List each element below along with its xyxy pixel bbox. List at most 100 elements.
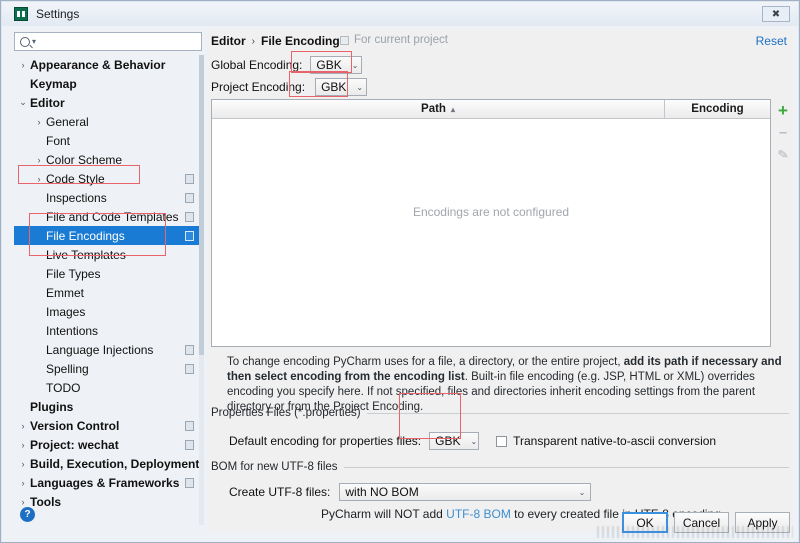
project-encoding-row: Project Encoding: GBK ⌄	[211, 78, 367, 96]
sort-ascending-icon: ▴	[451, 105, 455, 114]
sidebar-scrollbar-thumb[interactable]	[199, 55, 204, 355]
sidebar-item-inspections[interactable]: Inspections	[14, 188, 202, 207]
sidebar-item-build-execution-deployment[interactable]: ›Build, Execution, Deployment	[14, 454, 202, 473]
properties-group-title: Properties Files (*.properties)	[211, 407, 361, 419]
transparent-ascii-checkbox[interactable]: Transparent native-to-ascii conversion	[496, 434, 716, 448]
sidebar-item-label: Build, Execution, Deployment	[30, 457, 199, 471]
chevron-icon[interactable]: ⌄	[16, 97, 30, 108]
project-encoding-value: GBK	[321, 80, 346, 94]
transparent-ascii-label: Transparent native-to-ascii conversion	[513, 434, 716, 448]
sidebar-item-live-templates[interactable]: Live Templates	[14, 245, 202, 264]
sidebar-item-general[interactable]: ›General	[14, 112, 202, 131]
project-scope-icon	[185, 193, 194, 203]
column-header-path[interactable]: Path ▴	[212, 100, 665, 118]
bom-group-title: BOM for new UTF-8 files	[211, 461, 338, 473]
file-encodings-panel: Editor › File Encodings For current proj…	[207, 29, 793, 532]
project-scope-icon	[185, 174, 194, 184]
chevron-icon[interactable]: ›	[16, 440, 30, 450]
sidebar-item-label: Appearance & Behavior	[30, 58, 165, 72]
chevron-icon[interactable]: ›	[16, 478, 30, 488]
sidebar-item-language-injections[interactable]: Language Injections	[14, 340, 202, 359]
sidebar-item-code-style[interactable]: ›Code Style	[14, 169, 202, 188]
create-utf8-select[interactable]: with NO BOM ⌄	[339, 483, 591, 501]
sidebar-item-label: Languages & Frameworks	[30, 476, 179, 490]
breadcrumb-root[interactable]: Editor	[211, 34, 246, 48]
sidebar-item-label: Project: wechat	[30, 438, 119, 452]
sidebar-item-editor[interactable]: ⌄Editor	[14, 93, 202, 112]
sidebar-item-label: File Encodings	[46, 229, 125, 243]
sidebar-item-images[interactable]: Images	[14, 302, 202, 321]
bom-group-header: BOM for new UTF-8 files	[211, 461, 789, 473]
chevron-icon[interactable]: ›	[16, 497, 30, 507]
project-encoding-select[interactable]: GBK ⌄	[315, 78, 367, 96]
sidebar-item-spelling[interactable]: Spelling	[14, 359, 202, 378]
create-utf8-value: with NO BOM	[345, 485, 418, 499]
sidebar-item-font[interactable]: Font	[14, 131, 202, 150]
chevron-down-icon: ⌄	[352, 61, 359, 70]
properties-group-header: Properties Files (*.properties)	[211, 407, 789, 419]
chevron-icon[interactable]: ›	[32, 155, 46, 165]
project-encoding-label: Project Encoding:	[211, 80, 305, 94]
chevron-icon[interactable]: ›	[16, 421, 30, 431]
sidebar-item-label: Tools	[30, 495, 61, 509]
add-icon[interactable]: +	[774, 99, 792, 121]
search-input[interactable]: ▾	[14, 32, 202, 51]
close-icon[interactable]: ✖	[762, 6, 790, 22]
encodings-description: To change encoding PyCharm uses for a fi…	[227, 355, 787, 415]
global-encoding-value: GBK	[316, 58, 341, 72]
properties-encoding-value: GBK	[435, 434, 460, 448]
edit-pencil-icon[interactable]: ✎	[772, 142, 794, 167]
chevron-icon[interactable]: ›	[16, 459, 30, 469]
sidebar-item-keymap[interactable]: Keymap	[14, 74, 202, 93]
encodings-table[interactable]: Path ▴ Encoding Encodings are not config…	[211, 99, 771, 347]
sidebar-item-version-control[interactable]: ›Version Control	[14, 416, 202, 435]
sidebar-item-label: File and Code Templates	[46, 210, 179, 224]
sidebar-item-tools[interactable]: ›Tools	[14, 492, 202, 511]
sidebar-item-label: Intentions	[46, 324, 98, 338]
sidebar-item-label: General	[46, 115, 89, 129]
sidebar-item-languages-frameworks[interactable]: ›Languages & Frameworks	[14, 473, 202, 492]
column-header-encoding[interactable]: Encoding	[665, 100, 770, 118]
sidebar-item-emmet[interactable]: Emmet	[14, 283, 202, 302]
sidebar-item-label: File Types	[46, 267, 100, 281]
properties-encoding-select[interactable]: GBK ⌄	[429, 432, 479, 450]
sidebar-item-todo[interactable]: TODO	[14, 378, 202, 397]
project-scope-icon	[185, 364, 194, 374]
project-scope-icon	[185, 421, 194, 431]
sidebar-scrollbar[interactable]	[199, 55, 204, 525]
sidebar-item-appearance-behavior[interactable]: ›Appearance & Behavior	[14, 55, 202, 74]
checkbox-box[interactable]	[496, 436, 507, 447]
sidebar-item-label: Emmet	[46, 286, 84, 300]
sidebar-item-label: Plugins	[30, 400, 73, 414]
chevron-icon[interactable]: ›	[32, 174, 46, 184]
settings-dialog: Settings ✖ ▾ ›Appearance & BehaviorKeyma…	[0, 0, 800, 543]
reset-link[interactable]: Reset	[756, 34, 787, 48]
sidebar-item-file-and-code-templates[interactable]: File and Code Templates	[14, 207, 202, 226]
global-encoding-select[interactable]: GBK ⌄	[310, 56, 362, 74]
chevron-icon[interactable]: ›	[16, 60, 30, 70]
table-header: Path ▴ Encoding	[212, 100, 770, 119]
sidebar-item-label: Version Control	[30, 419, 119, 433]
search-icon	[20, 37, 30, 47]
sidebar-item-label: Editor	[30, 96, 65, 110]
sidebar-item-label: Keymap	[30, 77, 77, 91]
project-scope-icon	[185, 345, 194, 355]
chevron-down-icon: ⌄	[579, 488, 586, 497]
sidebar-item-label: Live Templates	[46, 248, 126, 262]
sidebar-item-file-encodings[interactable]: File Encodings	[14, 226, 202, 245]
sidebar-item-intentions[interactable]: Intentions	[14, 321, 202, 340]
remove-icon[interactable]: –	[774, 121, 792, 143]
project-scope-icon	[185, 440, 194, 450]
sidebar-item-color-scheme[interactable]: ›Color Scheme	[14, 150, 202, 169]
global-encoding-label: Global Encoding:	[211, 58, 302, 72]
sidebar-item-file-types[interactable]: File Types	[14, 264, 202, 283]
chevron-down-icon[interactable]: ▾	[32, 38, 36, 46]
table-empty-message: Encodings are not configured	[212, 205, 770, 219]
column-header-encoding-label: Encoding	[691, 103, 743, 115]
sidebar-item-project-wechat[interactable]: ›Project: wechat	[14, 435, 202, 454]
settings-tree: ›Appearance & BehaviorKeymap⌄Editor›Gene…	[14, 55, 202, 525]
chevron-icon[interactable]: ›	[32, 117, 46, 127]
breadcrumb: Editor › File Encodings	[211, 34, 346, 48]
window-title: Settings	[36, 7, 79, 21]
sidebar-item-plugins[interactable]: Plugins	[14, 397, 202, 416]
